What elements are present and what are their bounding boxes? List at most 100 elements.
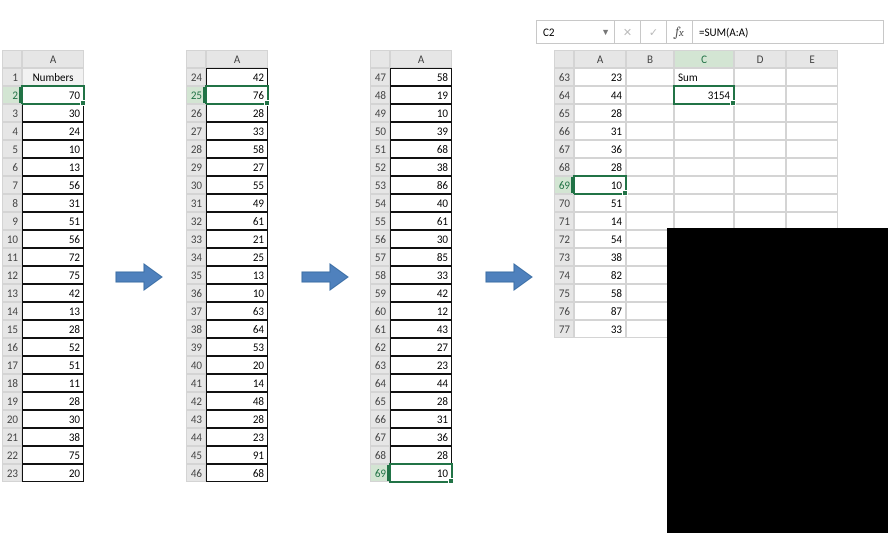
row-number[interactable]: 70 [554,194,574,212]
data-cell[interactable]: 55 [206,176,268,194]
data-cell[interactable]: 40 [390,194,452,212]
data-cell[interactable]: 24 [22,122,84,140]
row-number[interactable]: 67 [370,428,390,446]
data-cell[interactable]: 30 [22,410,84,428]
data-cell[interactable]: 28 [574,158,626,176]
row-number[interactable]: 24 [186,68,206,86]
row-number[interactable]: 29 [186,158,206,176]
row-number[interactable]: 5 [2,140,22,158]
row-number[interactable]: 63 [370,356,390,374]
data-cell[interactable]: 72 [22,248,84,266]
data-cell[interactable]: 30 [390,230,452,248]
row-number[interactable]: 59 [370,284,390,302]
row-number[interactable]: 71 [554,212,574,230]
data-cell[interactable]: 31 [22,194,84,212]
row-number[interactable]: 53 [370,176,390,194]
row-number[interactable]: 66 [554,122,574,140]
data-cell[interactable]: 21 [206,230,268,248]
data-cell[interactable]: 38 [390,158,452,176]
row-number[interactable]: 10 [2,230,22,248]
data-cell[interactable]: 42 [390,284,452,302]
data-cell[interactable]: 53 [206,338,268,356]
data-cell[interactable]: 28 [390,392,452,410]
data-cell[interactable]: 51 [22,212,84,230]
data-cell[interactable]: 23 [390,356,452,374]
row-number[interactable]: 21 [2,428,22,446]
row-number[interactable]: 14 [2,302,22,320]
row-number[interactable]: 3 [2,104,22,122]
row-number[interactable]: 23 [2,464,22,482]
data-cell[interactable]: 28 [574,104,626,122]
data-cell[interactable]: 33 [574,320,626,338]
row-number[interactable]: 37 [186,302,206,320]
selection-handle[interactable] [622,190,628,196]
data-cell[interactable]: 38 [22,428,84,446]
data-cell[interactable]: 48 [206,392,268,410]
row-number[interactable]: 25 [186,86,206,104]
row-number[interactable]: 74 [554,266,574,284]
row-number[interactable]: 65 [370,392,390,410]
data-cell[interactable]: 58 [390,68,452,86]
data-cell[interactable]: 56 [22,230,84,248]
row-number[interactable]: 36 [186,284,206,302]
row-number[interactable]: 6 [2,158,22,176]
data-cell[interactable]: 87 [574,302,626,320]
cancel-icon[interactable]: ✕ [615,21,641,43]
data-cell[interactable]: 13 [22,158,84,176]
data-cell[interactable]: 12 [390,302,452,320]
data-cell[interactable]: 85 [390,248,452,266]
data-cell[interactable]: 42 [22,284,84,302]
row-number[interactable]: 16 [2,338,22,356]
row-number[interactable]: 39 [186,338,206,356]
row-number[interactable]: 33 [186,230,206,248]
row-number[interactable]: 44 [186,428,206,446]
data-cell[interactable] [734,122,786,140]
row-number[interactable]: 7 [2,176,22,194]
data-cell[interactable] [786,176,838,194]
data-cell[interactable]: 14 [206,374,268,392]
data-cell[interactable]: 3154 [674,86,734,104]
fx-icon[interactable]: fx [667,21,693,43]
col-header-a[interactable]: A [206,50,268,68]
row-number[interactable]: 40 [186,356,206,374]
row-number[interactable]: 76 [554,302,574,320]
data-cell[interactable] [674,104,734,122]
data-cell[interactable]: 27 [206,158,268,176]
row-number[interactable]: 73 [554,248,574,266]
row-number[interactable]: 43 [186,410,206,428]
row-number[interactable]: 45 [186,446,206,464]
data-cell[interactable]: 23 [574,68,626,86]
data-cell[interactable]: 51 [22,356,84,374]
row-number[interactable]: 35 [186,266,206,284]
row-number[interactable]: 68 [370,446,390,464]
data-cell[interactable]: 43 [390,320,452,338]
row-number[interactable]: 69 [554,176,574,194]
data-cell[interactable]: 42 [206,68,268,86]
data-cell[interactable]: 13 [206,266,268,284]
data-cell[interactable]: 20 [206,356,268,374]
data-cell[interactable]: 61 [206,212,268,230]
col-header[interactable]: D [734,50,786,68]
data-cell[interactable] [626,158,674,176]
row-number[interactable]: 56 [370,230,390,248]
row-number[interactable]: 4 [2,122,22,140]
col-header[interactable]: E [786,50,838,68]
data-cell[interactable] [626,140,674,158]
data-cell[interactable]: 25 [206,248,268,266]
row-number[interactable]: 22 [2,446,22,464]
data-cell[interactable]: 51 [574,194,626,212]
row-number[interactable]: 67 [554,140,574,158]
row-number[interactable]: 34 [186,248,206,266]
data-cell[interactable]: 13 [22,302,84,320]
data-cell[interactable]: 63 [206,302,268,320]
data-cell[interactable] [626,86,674,104]
col-header-a[interactable]: A [22,50,84,68]
row-number[interactable]: 30 [186,176,206,194]
row-number[interactable]: 77 [554,320,574,338]
data-cell[interactable]: 70 [22,86,84,104]
row-number[interactable]: 55 [370,212,390,230]
data-cell[interactable] [786,140,838,158]
data-cell[interactable]: 10 [22,140,84,158]
data-cell[interactable] [626,104,674,122]
row-number[interactable]: 57 [370,248,390,266]
